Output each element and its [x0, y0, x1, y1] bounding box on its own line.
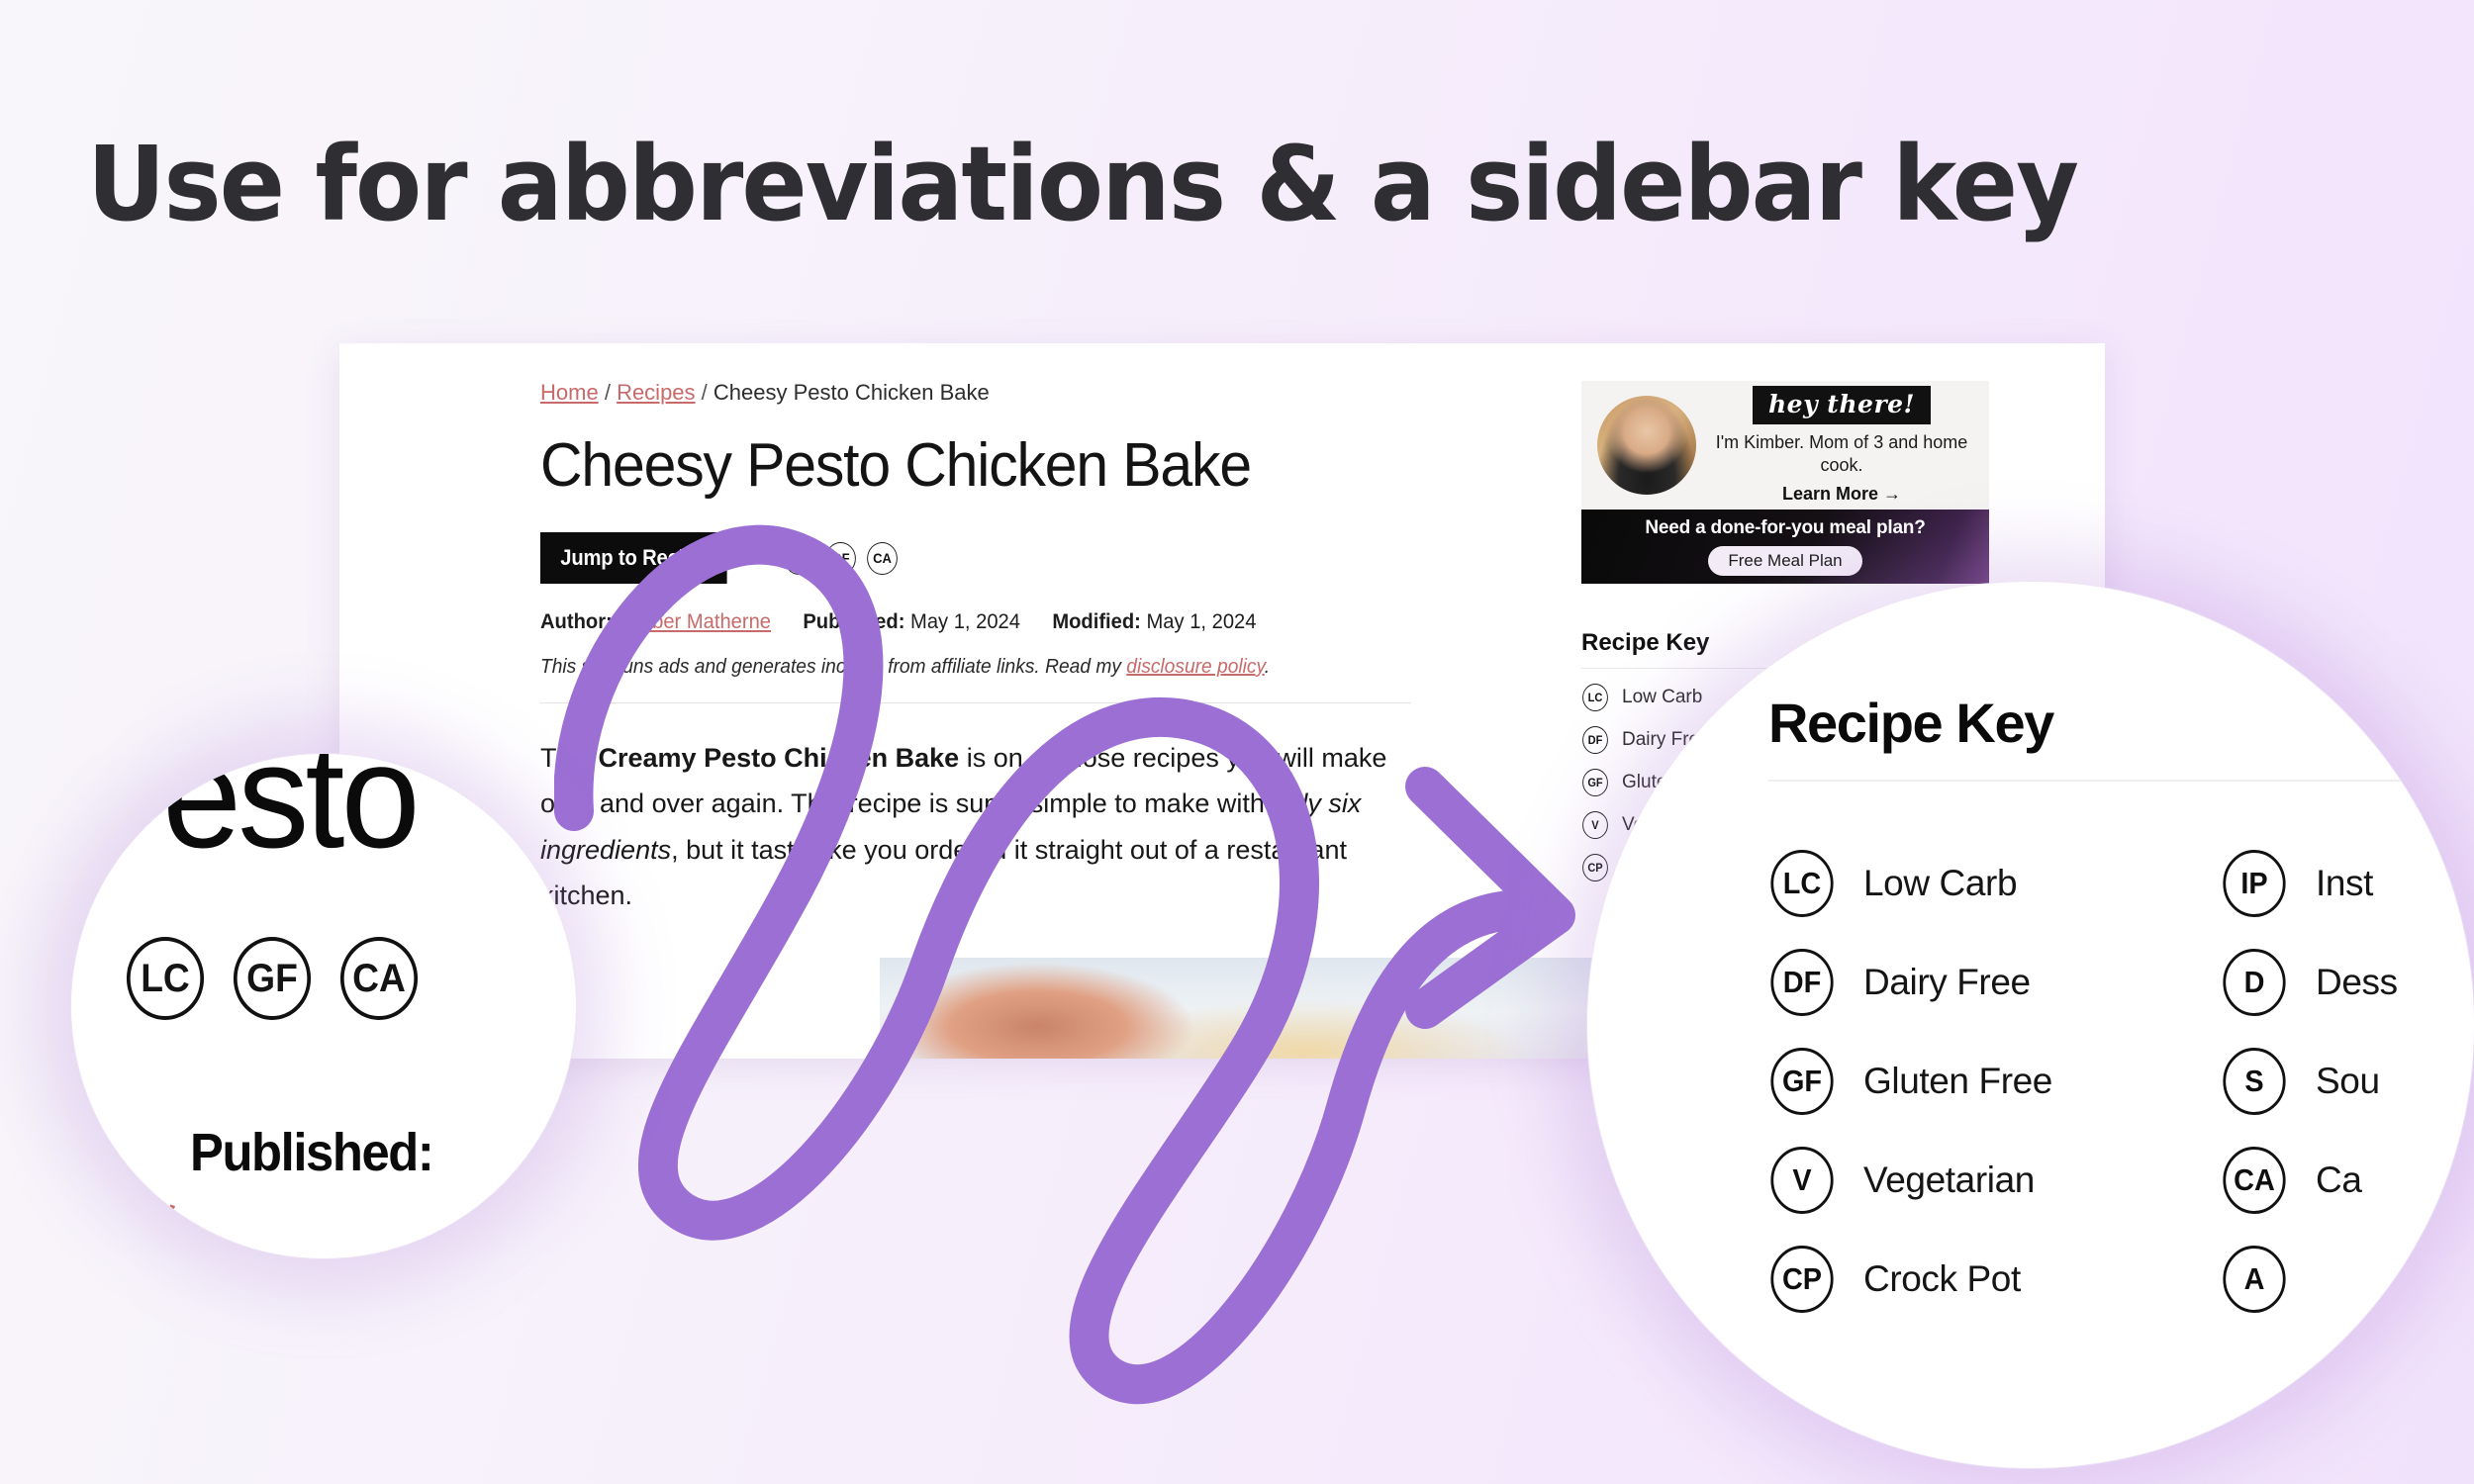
- magnified-key-label-cp: Crock Pot: [1863, 1258, 2021, 1299]
- meal-plan-cta[interactable]: Need a done-for-you meal plan? Free Meal…: [1581, 510, 1989, 584]
- magnified-title-fragment: esto: [162, 754, 421, 879]
- disclosure-policy-link[interactable]: disclosure policy: [1126, 656, 1264, 678]
- magnified-key-label-s: Sou: [2316, 1061, 2380, 1101]
- published-date: May 1, 2024: [910, 610, 1020, 633]
- magnified-key-column-2: IP Inst D Dess S Sou CA Ca A: [2221, 834, 2398, 1329]
- magnified-published-label: Published:: [190, 1123, 434, 1182]
- magnified-key-row-lc[interactable]: LC Low Carb: [1768, 834, 2052, 933]
- jump-to-recipe-button[interactable]: Jump to Recipe: [540, 532, 727, 584]
- body-bold-dish: Creamy Pesto Chicken Bake: [598, 743, 960, 773]
- magnified-link-underline-fragment: [148, 1187, 180, 1219]
- tag-badge-gf[interactable]: GF: [825, 541, 856, 575]
- magnified-tag-badges: LC GF CA: [124, 937, 421, 1020]
- badge-row: Jump to Recipe LC GF CA: [540, 532, 1431, 584]
- tag-badge-lc[interactable]: LC: [784, 541, 814, 575]
- affiliate-disclosure: This site runs ads and generates income …: [540, 656, 1395, 679]
- magnified-key-abbr-cp: CP: [1770, 1246, 1834, 1313]
- author-bio-card[interactable]: hey there! I'm Kimber. Mom of 3 and home…: [1581, 381, 1989, 510]
- author-label: Author:: [540, 610, 613, 633]
- magnified-key-row-ip[interactable]: IP Inst: [2221, 834, 2398, 933]
- magnified-key-label-d: Dess: [2316, 962, 2398, 1002]
- magnified-key-abbr-s: S: [2223, 1048, 2286, 1115]
- magnifier-right-content: Recipe Key LC Low Carb DF Dairy Free GF …: [1587, 582, 2474, 1468]
- article-column: Home / Recipes / Cheesy Pesto Chicken Ba…: [540, 343, 1431, 919]
- magnifier-bubble-right: Recipe Key LC Low Carb DF Dairy Free GF …: [1587, 582, 2474, 1468]
- magnified-key-label-df: Dairy Free: [1863, 962, 2031, 1002]
- magnified-key-abbr-ip: IP: [2223, 850, 2286, 917]
- magnified-key-row-gf[interactable]: GF Gluten Free: [1768, 1032, 2052, 1131]
- breadcrumb: Home / Recipes / Cheesy Pesto Chicken Ba…: [540, 343, 1431, 406]
- magnified-key-row-cp[interactable]: CP Crock Pot: [1768, 1230, 2052, 1329]
- magnified-tag-gf[interactable]: GF: [233, 937, 312, 1020]
- magnifier-left-content: esto LC GF CA Published:: [71, 754, 576, 1258]
- author-bio-text: I'm Kimber. Mom of 3 and home cook.: [1715, 431, 1968, 475]
- disclosure-text: This site runs ads and generates income …: [540, 656, 1127, 678]
- magnified-key-abbr-a: A: [2223, 1246, 2286, 1313]
- tag-badge-ca[interactable]: CA: [867, 541, 898, 575]
- author-text-block: hey there! I'm Kimber. Mom of 3 and home…: [1710, 385, 1973, 505]
- article-body: This Creamy Pesto Chicken Bake is on of …: [540, 735, 1426, 919]
- meal-plan-cta-heading: Need a done-for-you meal plan?: [1645, 517, 1926, 538]
- article-meta: Author: Kimber Matherne Published: May 1…: [540, 610, 1395, 634]
- magnified-key-abbr-d: D: [2223, 949, 2286, 1016]
- breadcrumb-link-recipes[interactable]: Recipes: [617, 380, 695, 405]
- page-title: Use for abbreviations & a sidebar key: [87, 124, 2079, 244]
- magnified-key-label-ip: Inst: [2316, 863, 2374, 903]
- magnified-key-label-lc: Low Carb: [1863, 863, 2018, 903]
- author-link[interactable]: Kimber Matherne: [618, 610, 771, 633]
- magnifier-bubble-left: esto LC GF CA Published:: [71, 754, 576, 1258]
- breadcrumb-link-home[interactable]: Home: [540, 380, 599, 405]
- magnified-key-abbr-df: DF: [1770, 949, 1834, 1016]
- magnified-tag-lc[interactable]: LC: [126, 937, 205, 1020]
- magnified-key-row-s[interactable]: S Sou: [2221, 1032, 2398, 1131]
- learn-more-link[interactable]: Learn More →: [1710, 484, 1973, 505]
- magnified-key-abbr-gf: GF: [1770, 1048, 1834, 1115]
- magnified-tag-ca[interactable]: CA: [339, 937, 419, 1020]
- hey-there-badge: hey there!: [1753, 385, 1931, 424]
- modified-label: Modified:: [1052, 610, 1141, 633]
- breadcrumb-current: Cheesy Pesto Chicken Bake: [713, 380, 990, 405]
- magnified-key-row-a[interactable]: A: [2221, 1230, 2398, 1329]
- magnified-recipe-key-rule: [1768, 780, 2474, 782]
- magnified-key-abbr-v: V: [1770, 1147, 1834, 1214]
- breadcrumb-separator-2: /: [701, 380, 708, 405]
- recipe-tag-badges: LC GF CA: [783, 541, 899, 575]
- magnified-key-abbr-lc: LC: [1770, 850, 1834, 917]
- magnified-key-label-v: Vegetarian: [1863, 1159, 2035, 1200]
- magnified-key-label-gf: Gluten Free: [1863, 1061, 2052, 1101]
- published-label: Published:: [803, 610, 905, 633]
- breadcrumb-separator-1: /: [604, 380, 611, 405]
- magnified-key-row-df[interactable]: DF Dairy Free: [1768, 933, 2052, 1032]
- divider: [540, 702, 1411, 703]
- free-meal-plan-button[interactable]: Free Meal Plan: [1708, 546, 1862, 576]
- recipe-title: Cheesy Pesto Chicken Bake: [540, 431, 1252, 500]
- avatar: [1597, 396, 1696, 495]
- modified-date: May 1, 2024: [1146, 610, 1257, 633]
- magnified-key-abbr-ca: CA: [2223, 1147, 2286, 1214]
- magnified-key-row-ca[interactable]: CA Ca: [2221, 1131, 2398, 1230]
- magnified-key-column-1: LC Low Carb DF Dairy Free GF Gluten Free…: [1768, 834, 2052, 1329]
- magnified-key-label-ca: Ca: [2316, 1159, 2362, 1200]
- magnified-key-row-v[interactable]: V Vegetarian: [1768, 1131, 2052, 1230]
- magnified-key-row-d[interactable]: D Dess: [2221, 933, 2398, 1032]
- magnified-recipe-key-title: Recipe Key: [1768, 692, 2054, 754]
- disclosure-end: .: [1264, 656, 1271, 678]
